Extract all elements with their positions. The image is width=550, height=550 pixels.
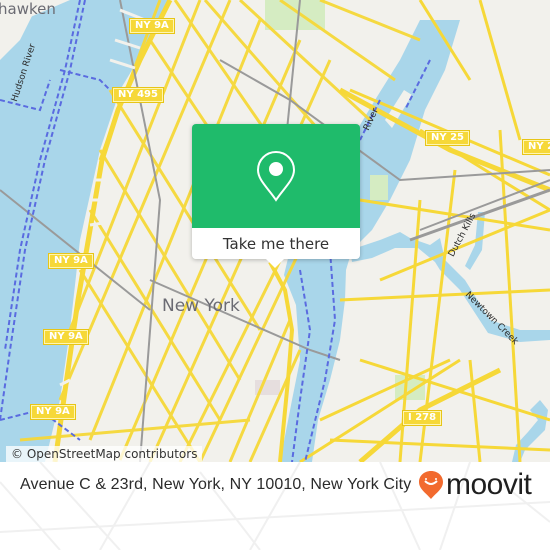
location-popup: Take me there <box>192 124 360 268</box>
footer: Avenue C & 23rd, New York, NY 10010, New… <box>0 462 550 550</box>
route-shield-ny25: NY 25 <box>426 131 470 145</box>
popup-header <box>192 124 360 228</box>
moovit-logo[interactable]: moovit <box>418 468 532 502</box>
map-attribution[interactable]: © OpenStreetMap contributors <box>6 446 203 462</box>
route-shield-i278: I 278 <box>403 411 442 425</box>
place-label-weehawken: hawken <box>0 0 56 18</box>
route-shield-ny9a: NY 9A <box>49 254 93 268</box>
map-pin-icon <box>256 150 296 202</box>
moovit-pin-icon <box>419 471 443 499</box>
moovit-wordmark: moovit <box>446 468 532 501</box>
place-label-new-york: New York <box>162 296 240 316</box>
route-shield-ny495: NY 495 <box>113 88 163 102</box>
map-canvas[interactable]: hawken New York Hudson River River Dutch… <box>0 0 550 462</box>
route-shield-ny25: NY 25 <box>523 140 550 154</box>
take-me-there-button[interactable]: Take me there <box>192 228 360 259</box>
address-text: Avenue C & 23rd, New York, NY 10010, New… <box>20 476 412 493</box>
route-shield-ny9a: NY 9A <box>130 19 174 33</box>
route-shield-ny9a: NY 9A <box>44 330 88 344</box>
route-shield-ny9a: NY 9A <box>31 405 75 419</box>
popup-pointer <box>265 258 285 268</box>
park <box>370 175 388 200</box>
